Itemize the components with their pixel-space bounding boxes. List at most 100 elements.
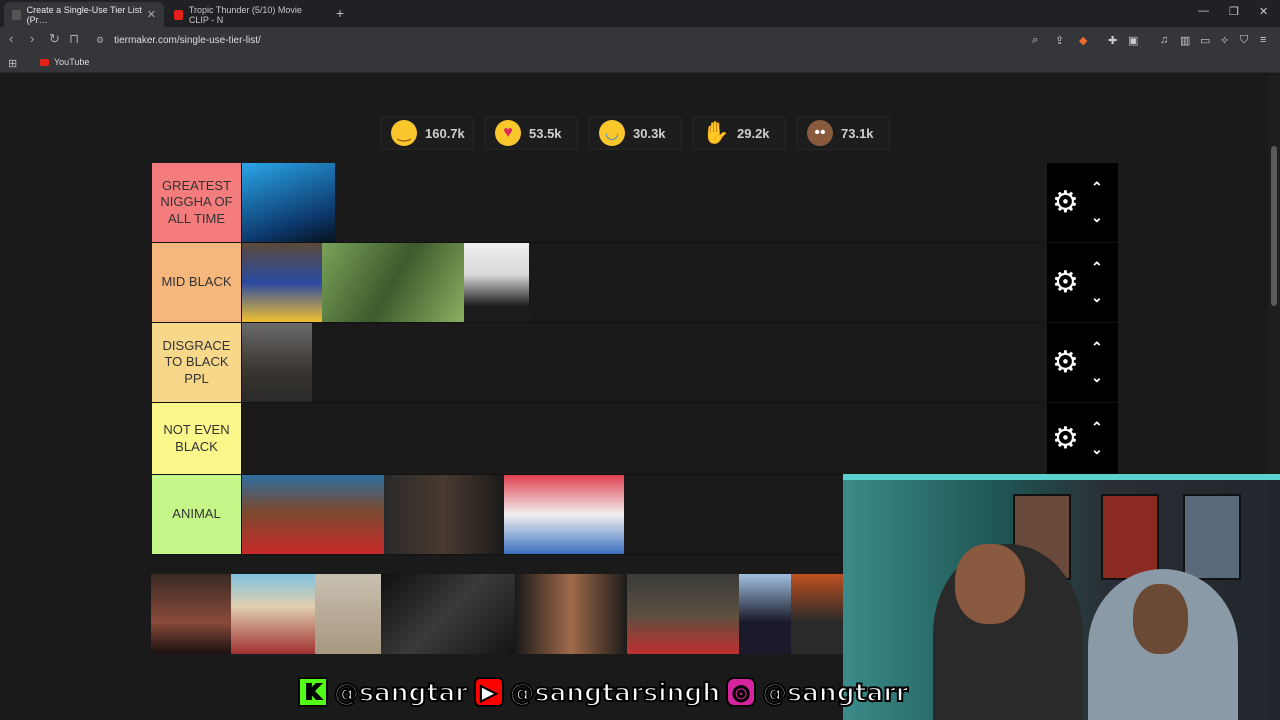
reaction-grinning[interactable]: ‿ 160.7k bbox=[380, 116, 474, 150]
reaction-count: 29.2k bbox=[737, 125, 770, 141]
reaction-bar: ‿ 160.7k ♥ 53.5k ◡ 30.3k ✋ 29.2k •• 73.1… bbox=[380, 116, 890, 150]
social-handles-overlay: K @sangtar ▶ @sangtarsingh ◎ @sangtarr bbox=[298, 674, 909, 710]
tab-title: Tropic Thunder (5/10) Movie CLIP - N bbox=[188, 4, 302, 25]
tier-items[interactable] bbox=[241, 163, 1047, 242]
tier-item-image[interactable] bbox=[242, 323, 312, 402]
tab-tropic-thunder[interactable]: Tropic Thunder (5/10) Movie CLIP - N bbox=[166, 2, 330, 27]
tier-controls: ⚙ ⌃ ⌄ bbox=[1047, 403, 1118, 474]
tier-row: DISGRACE TO BLACK PPL ⚙ ⌃ ⌄ bbox=[152, 323, 1118, 403]
back-icon[interactable]: ‹ bbox=[9, 31, 13, 46]
menu-icon[interactable]: ≡ bbox=[1260, 34, 1266, 46]
browser-tab-bar: Create a Single-Use Tier List (Pr… ✕ Tro… bbox=[0, 0, 1280, 27]
chevron-up-icon[interactable]: ⌃ bbox=[1091, 419, 1103, 436]
pool-item-image[interactable] bbox=[627, 574, 739, 654]
share-icon[interactable]: ⇪ bbox=[1055, 34, 1064, 47]
tier-items[interactable] bbox=[241, 403, 1047, 474]
tier-row: MID BLACK ⚙ ⌃ ⌄ bbox=[152, 243, 1118, 323]
reaction-heart-eyes[interactable]: ♥ 53.5k bbox=[484, 116, 578, 150]
apps-grid-icon[interactable]: ⊞ bbox=[8, 57, 17, 70]
tier-item-image[interactable] bbox=[504, 475, 624, 554]
grinning-face-icon: ‿ bbox=[391, 120, 417, 146]
tier-items[interactable] bbox=[241, 243, 1047, 322]
reload-icon[interactable]: ↻ bbox=[49, 31, 60, 47]
bookmark-youtube[interactable]: YouTube bbox=[40, 57, 89, 67]
bookmarks-bar: ⊞ YouTube bbox=[0, 53, 1280, 73]
close-tab-icon[interactable]: ✕ bbox=[147, 8, 156, 21]
browser-toolbar: ‹ › ↻ ⊓ ⚙ tiermaker.com/single-use-tier-… bbox=[0, 27, 1280, 53]
pool-item-image[interactable] bbox=[381, 574, 515, 654]
new-tab-icon[interactable]: + bbox=[336, 5, 344, 21]
pool-item-image[interactable] bbox=[739, 574, 791, 654]
chevron-down-icon[interactable]: ⌄ bbox=[1091, 289, 1103, 306]
tier-item-image[interactable] bbox=[384, 475, 504, 554]
webcam-border bbox=[843, 474, 1280, 480]
tier-item-image[interactable] bbox=[242, 163, 335, 242]
chevron-up-icon[interactable]: ⌃ bbox=[1091, 179, 1103, 196]
site-info-icon[interactable]: ⚙ bbox=[96, 35, 104, 46]
restore-icon[interactable]: ❐ bbox=[1229, 5, 1239, 18]
tab-tiermaker[interactable]: Create a Single-Use Tier List (Pr… ✕ bbox=[4, 2, 164, 27]
youtube-icon bbox=[40, 58, 49, 66]
gear-icon[interactable]: ⚙ bbox=[1052, 187, 1079, 218]
address-bar[interactable]: ⚙ tiermaker.com/single-use-tier-list/ bbox=[88, 30, 1078, 50]
reaction-poo[interactable]: •• 73.1k bbox=[796, 116, 890, 150]
bookmark-label: YouTube bbox=[54, 57, 90, 67]
kick-handle: @sangtar bbox=[333, 677, 469, 708]
media-icon[interactable]: ♫ bbox=[1160, 34, 1168, 46]
gear-icon[interactable]: ⚙ bbox=[1052, 347, 1079, 378]
tier-item-image[interactable] bbox=[322, 243, 464, 322]
webcam-overlay bbox=[843, 474, 1280, 720]
tier-controls: ⚙ ⌃ ⌄ bbox=[1047, 323, 1118, 402]
tier-item-image[interactable] bbox=[464, 243, 529, 322]
chevron-down-icon[interactable]: ⌄ bbox=[1091, 209, 1103, 226]
reaction-count: 73.1k bbox=[841, 125, 874, 141]
zoom-icon[interactable]: ⌕ bbox=[1032, 34, 1038, 47]
pool-item-image[interactable] bbox=[315, 574, 381, 654]
instagram-icon: ◎ bbox=[726, 677, 757, 707]
instagram-handle: @sangtarr bbox=[761, 677, 909, 708]
url-text: tiermaker.com/single-use-tier-list/ bbox=[114, 34, 261, 46]
reaction-laughing[interactable]: ◡ 30.3k bbox=[588, 116, 682, 150]
tiermaker-favicon-icon bbox=[12, 9, 21, 20]
sidebar-icon[interactable]: ▥ bbox=[1180, 34, 1190, 47]
streamer-right-face bbox=[1133, 584, 1188, 654]
tier-item-image[interactable] bbox=[242, 475, 384, 554]
youtube-favicon-icon bbox=[174, 9, 183, 20]
pool-item-image[interactable] bbox=[515, 574, 627, 654]
tier-item-image[interactable] bbox=[242, 243, 322, 322]
pool-item-image[interactable] bbox=[151, 574, 231, 654]
bookmark-icon[interactable]: ⊓ bbox=[69, 31, 79, 47]
chevron-up-icon[interactable]: ⌃ bbox=[1091, 339, 1103, 356]
tier-label[interactable]: GREATEST NIGGHA OF ALL TIME bbox=[152, 163, 241, 242]
tier-label[interactable]: MID BLACK bbox=[152, 243, 241, 322]
tier-label[interactable]: ANIMAL bbox=[152, 475, 241, 554]
chevron-up-icon[interactable]: ⌃ bbox=[1091, 259, 1103, 276]
close-window-icon[interactable]: ✕ bbox=[1259, 5, 1268, 18]
tier-label[interactable]: NOT EVEN BLACK bbox=[152, 403, 241, 474]
tier-items[interactable] bbox=[241, 323, 1047, 402]
chevron-down-icon[interactable]: ⌄ bbox=[1091, 441, 1103, 458]
poster-image bbox=[1101, 494, 1159, 580]
vpn-icon[interactable]: ⛉ bbox=[1240, 34, 1248, 47]
minimize-icon[interactable]: — bbox=[1198, 5, 1209, 17]
tier-label[interactable]: DISGRACE TO BLACK PPL bbox=[152, 323, 241, 402]
pool-item-image[interactable] bbox=[231, 574, 315, 654]
tier-controls: ⚙ ⌃ ⌄ bbox=[1047, 163, 1118, 242]
pool-item-image[interactable] bbox=[791, 574, 843, 654]
reaction-raised-hands[interactable]: ✋ 29.2k bbox=[692, 116, 786, 150]
scrollbar-thumb[interactable] bbox=[1271, 146, 1277, 306]
screenshot-icon[interactable]: ▣ bbox=[1128, 34, 1138, 47]
forward-icon[interactable]: › bbox=[30, 31, 34, 46]
brave-shield-icon[interactable]: ◆ bbox=[1079, 34, 1087, 47]
wallet-icon[interactable]: ▭ bbox=[1200, 34, 1210, 47]
leo-ai-icon[interactable]: ✧ bbox=[1220, 34, 1229, 47]
chevron-down-icon[interactable]: ⌄ bbox=[1091, 369, 1103, 386]
gear-icon[interactable]: ⚙ bbox=[1052, 267, 1079, 298]
unranked-image-pool bbox=[151, 574, 843, 690]
gear-icon[interactable]: ⚙ bbox=[1052, 423, 1079, 454]
poster-image bbox=[1183, 494, 1241, 580]
reaction-count: 30.3k bbox=[633, 125, 666, 141]
extensions-icon[interactable]: ✚ bbox=[1108, 34, 1117, 47]
youtube-handle: @sangtarsingh bbox=[509, 677, 722, 708]
tier-row: NOT EVEN BLACK ⚙ ⌃ ⌄ bbox=[152, 403, 1118, 475]
